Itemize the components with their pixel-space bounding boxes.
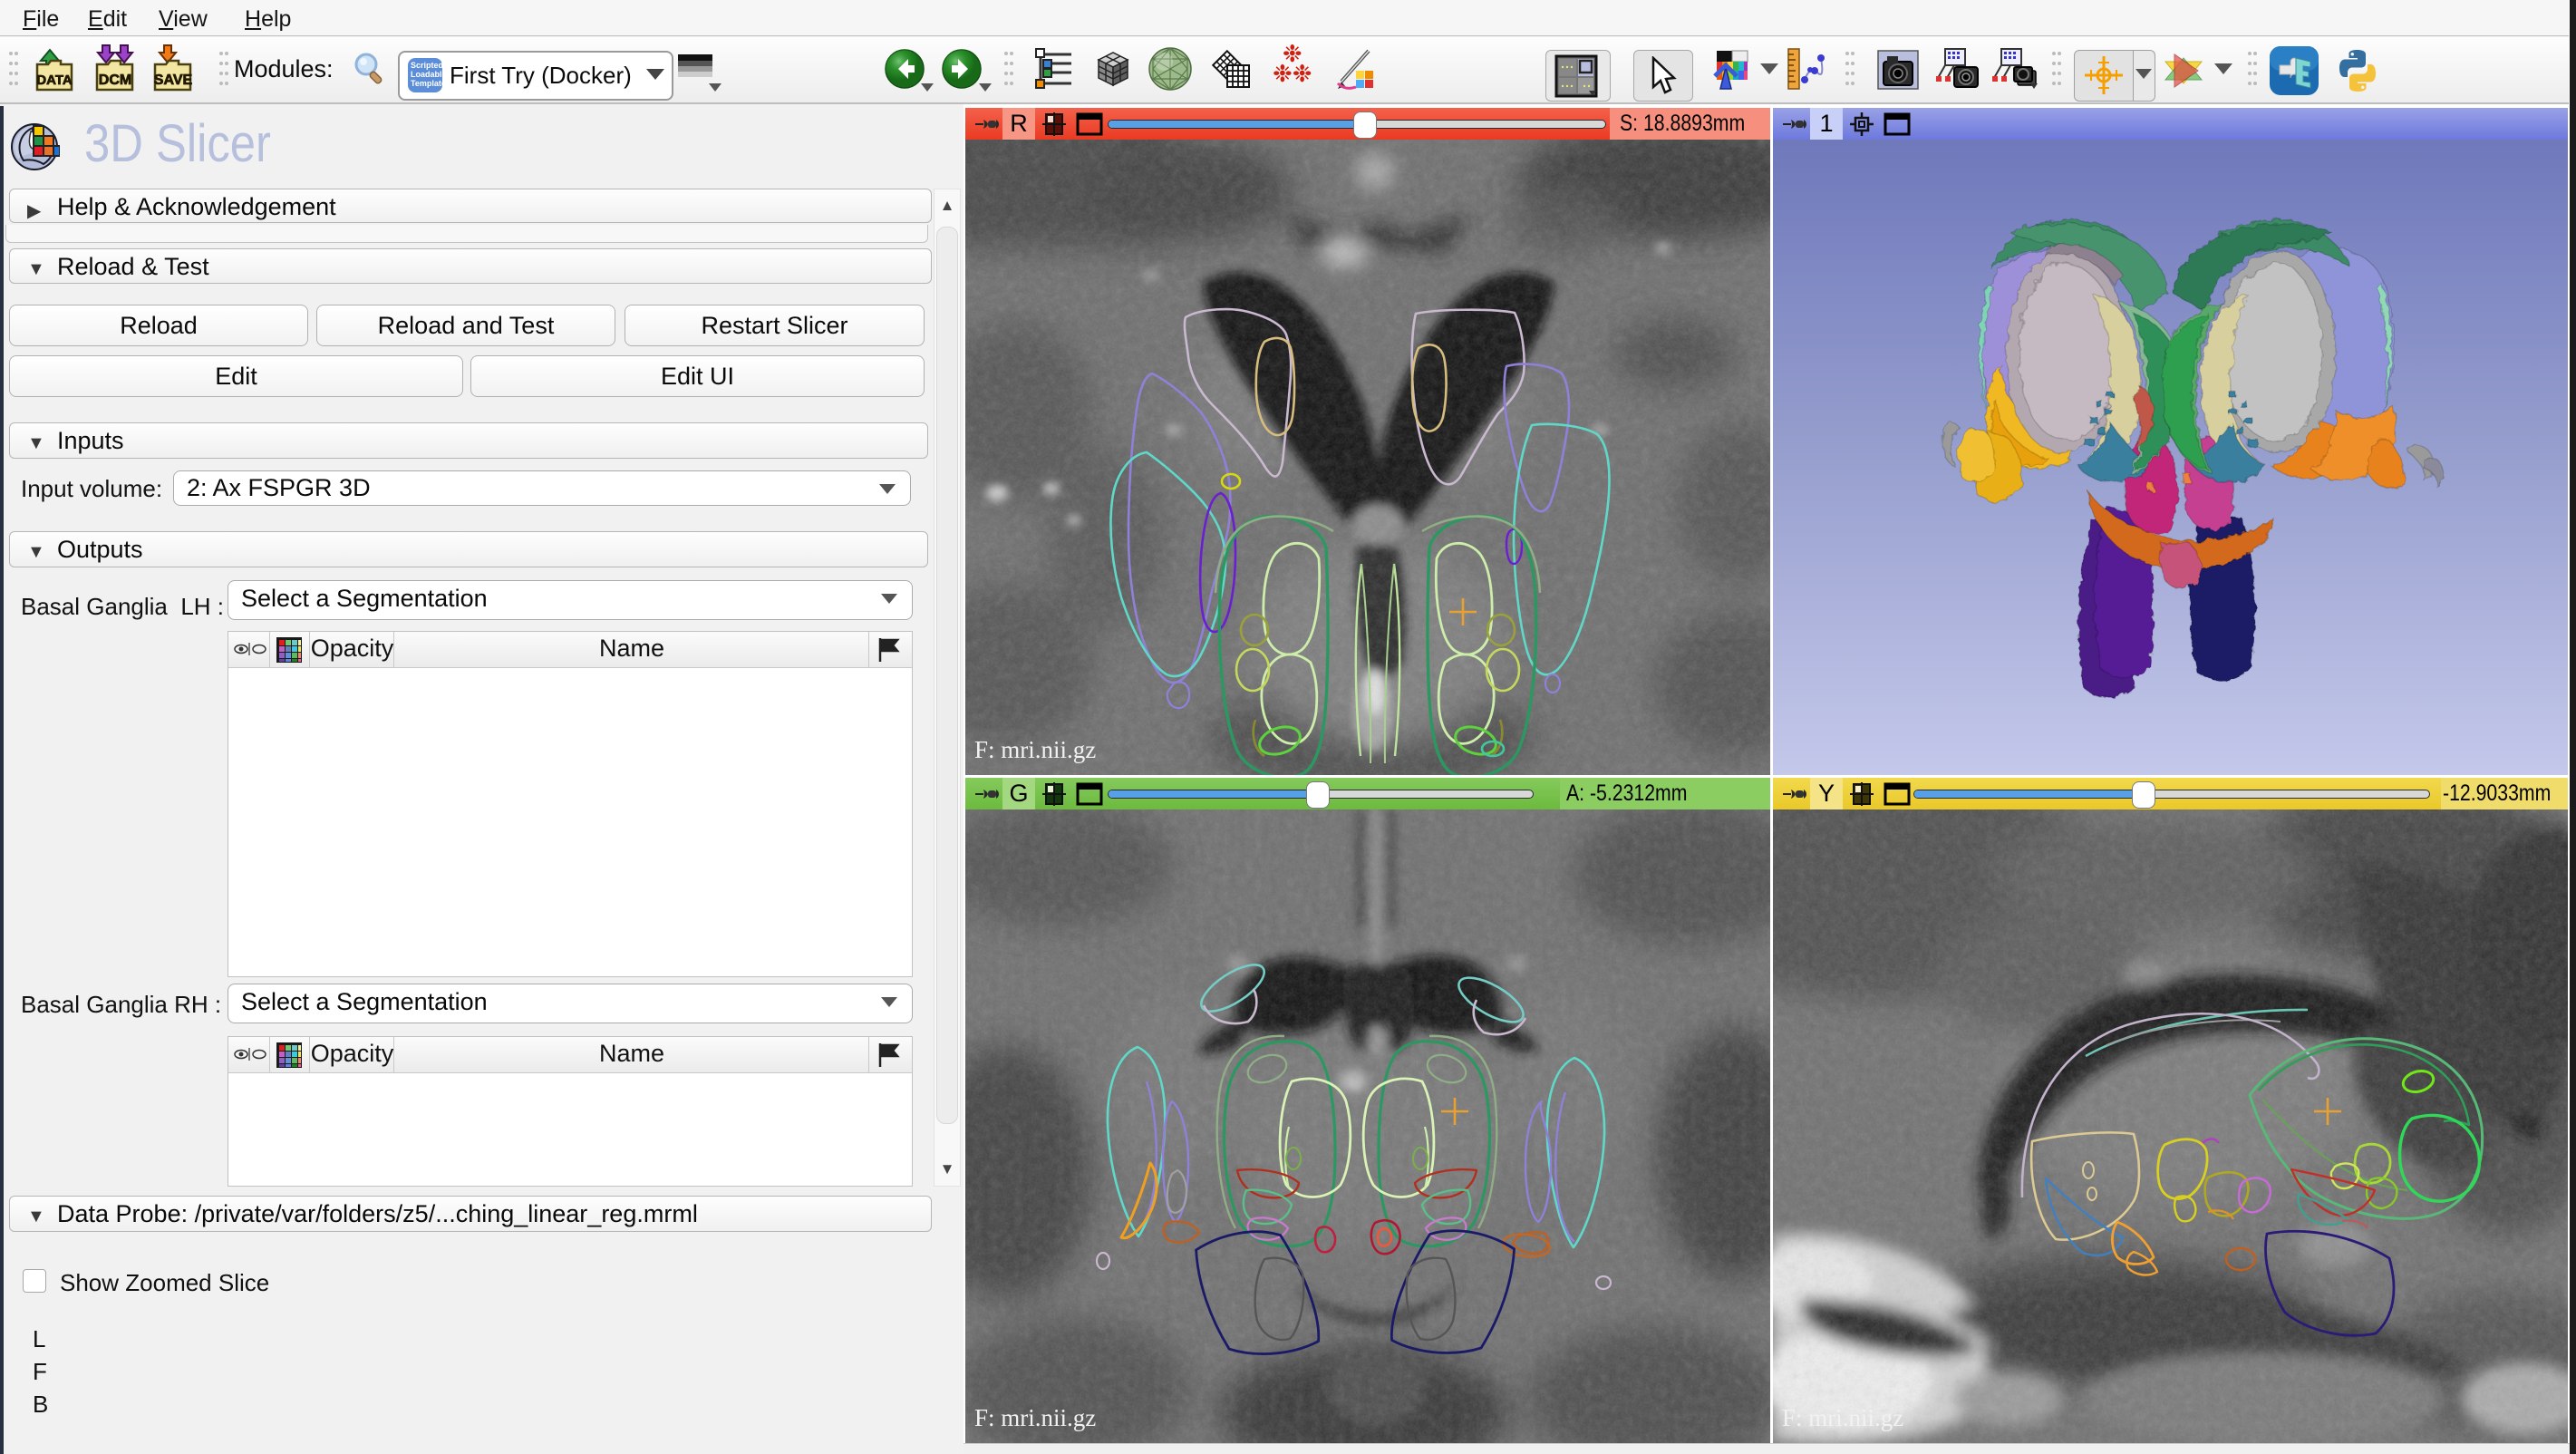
svg-text:Template: Template xyxy=(411,79,443,88)
svg-text:DATA: DATA xyxy=(36,73,73,88)
svg-text:Scripted: Scripted xyxy=(411,61,443,70)
svg-text:Loadable: Loadable xyxy=(411,70,443,79)
svg-text:SAVE: SAVE xyxy=(154,73,193,88)
svg-text:DCM: DCM xyxy=(99,73,131,88)
